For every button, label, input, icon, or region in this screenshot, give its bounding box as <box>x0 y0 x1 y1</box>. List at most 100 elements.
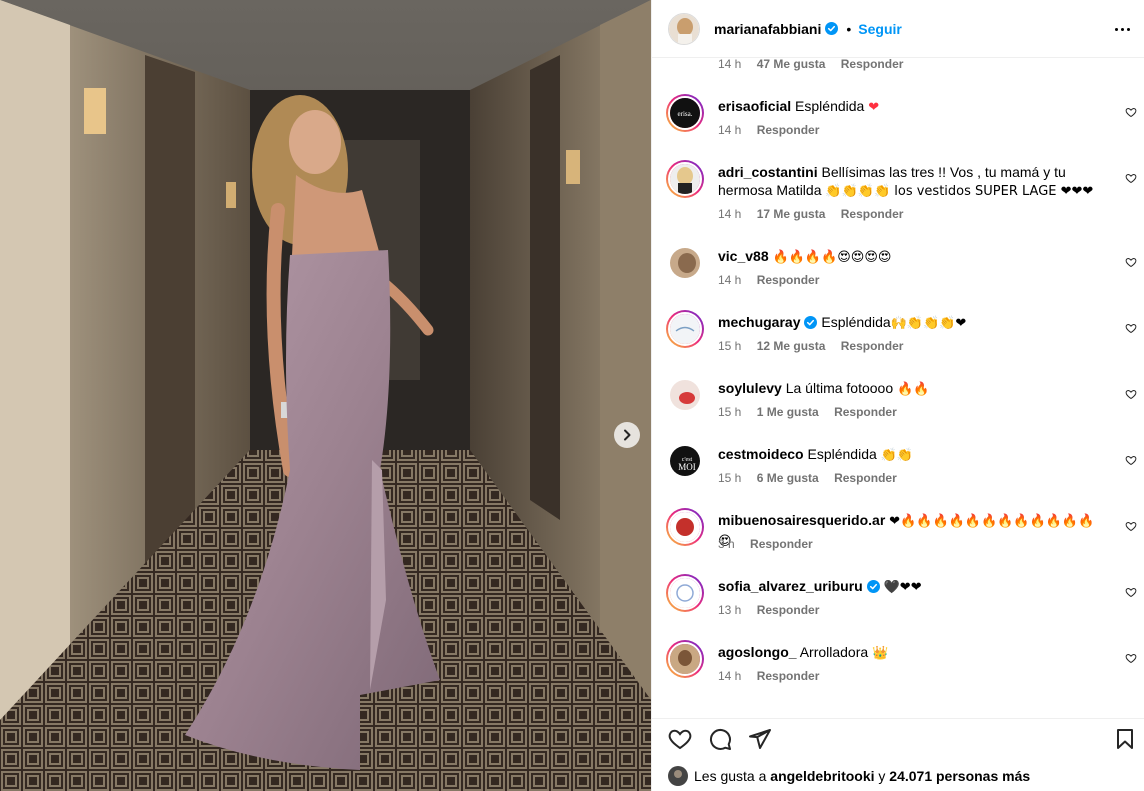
reply-button[interactable]: Responder <box>757 273 820 287</box>
comment-likes-count[interactable]: 6 Me gusta <box>757 471 819 485</box>
comment-body: La última fotoooo <box>785 380 898 396</box>
commenter-avatar[interactable]: erisa. <box>666 94 704 132</box>
reply-button[interactable]: Responder <box>841 207 904 221</box>
commenter-avatar[interactable] <box>666 376 704 414</box>
liker-username[interactable]: angeldebritooki <box>770 768 874 784</box>
comment-emoji: ❤ <box>868 100 880 115</box>
commenter-avatar[interactable]: c'est MOI <box>666 442 704 480</box>
comment-meta: 14 h Responder <box>718 123 831 137</box>
avatar-image <box>670 248 700 278</box>
comment-username[interactable]: vic_v88 <box>718 248 769 264</box>
comment-time: 14 h <box>718 669 742 683</box>
list-item: adri_costantini Bellísimas las tres !! V… <box>652 160 1144 226</box>
comment-username[interactable]: soylulevy <box>718 380 782 396</box>
commenter-avatar[interactable] <box>666 640 704 678</box>
list-item: mibuenosairesquerido.ar ❤🔥🔥🔥🔥🔥🔥🔥🔥🔥🔥🔥🔥😍 3… <box>652 508 1144 574</box>
comment-body: Arrolladora <box>799 644 873 660</box>
comment-meta: 15 h 6 Me gusta Responder <box>718 471 909 485</box>
post-photo[interactable] <box>0 0 651 791</box>
liker-avatar-image <box>668 766 688 786</box>
commenter-avatar[interactable] <box>666 574 704 612</box>
comment-emoji: 👏👏👏👏 los vestidos SUPER LAGE ❤❤❤ <box>825 184 1094 199</box>
comment-emoji: 🔥🔥🔥🔥😍😍😍😍 <box>772 250 892 265</box>
reply-button[interactable]: Responder <box>834 471 897 485</box>
comment-likes-count[interactable]: 17 Me gusta <box>757 207 826 221</box>
comment-time: 13 h <box>718 603 742 617</box>
list-item: soylulevy La última fotoooo 🔥🔥 15 h 1 Me… <box>652 376 1144 442</box>
comment-text: cestmoideco Espléndida 👏👏 <box>718 445 1096 465</box>
verified-badge-icon <box>804 316 818 329</box>
comment-meta: 14 h Responder <box>718 273 831 287</box>
like-comment-heart-icon[interactable] <box>1125 388 1137 400</box>
share-send-icon[interactable] <box>748 727 772 751</box>
reply-button[interactable]: Responder <box>757 603 820 617</box>
comment-time: 3 h <box>718 537 735 551</box>
likes-prefix: Les gusta a <box>694 768 771 784</box>
avatar-image <box>670 380 700 410</box>
like-comment-heart-icon[interactable] <box>1125 454 1137 466</box>
comment-username[interactable]: erisaoficial <box>718 98 791 114</box>
comment-emoji: 👏👏 <box>880 448 914 463</box>
next-photo-button[interactable] <box>614 422 640 448</box>
comment-emoji: 👑 <box>872 646 889 661</box>
comment-username[interactable]: mibuenosairesquerido.ar <box>718 512 885 528</box>
reply-button[interactable]: Responder <box>750 537 813 551</box>
list-item: sofia_alvarez_uriburu 🖤❤❤ 13 h Responder <box>652 574 1144 640</box>
comment-body: Espléndida <box>807 446 881 462</box>
avatar-label: erisa. <box>678 110 693 118</box>
commenter-avatar[interactable] <box>666 508 704 546</box>
likes-count[interactable]: 24.071 personas más <box>889 768 1030 784</box>
follow-button[interactable]: Seguir <box>858 21 902 37</box>
comment-likes-count[interactable]: 12 Me gusta <box>757 339 826 353</box>
like-comment-heart-icon[interactable] <box>1125 106 1137 118</box>
more-options-icon[interactable] <box>1115 22 1131 36</box>
comment-time: 14 h <box>718 123 742 137</box>
like-comment-heart-icon[interactable] <box>1125 256 1137 268</box>
author-avatar[interactable] <box>668 12 700 45</box>
comment-meta: 14 h 47 Me gusta Responder <box>718 59 915 71</box>
reply-button[interactable]: Responder <box>841 59 904 71</box>
comment-text: sofia_alvarez_uriburu 🖤❤❤ <box>718 577 1096 597</box>
reply-button[interactable]: Responder <box>834 405 897 419</box>
comment-username[interactable]: mechugaray <box>718 314 800 330</box>
like-heart-icon[interactable] <box>668 727 692 751</box>
liker-avatar[interactable] <box>668 766 688 786</box>
comment-body: Espléndida <box>821 314 891 330</box>
comment-icon[interactable] <box>708 727 732 751</box>
comment-meta: 15 h 12 Me gusta Responder <box>718 339 915 353</box>
reply-button[interactable]: Responder <box>757 669 820 683</box>
comment-likes-count[interactable]: 47 Me gusta <box>757 59 826 71</box>
comment-username[interactable]: agoslongo_ <box>718 644 797 660</box>
author-username[interactable]: marianafabbiani <box>714 21 821 37</box>
list-item: mechugaray Espléndida🙌👏👏👏❤ 15 h 12 Me gu… <box>652 310 1144 376</box>
comment-text: adri_costantini Bellísimas las tres !! V… <box>718 163 1096 201</box>
likes-middle: y <box>874 768 890 784</box>
reply-button[interactable]: Responder <box>757 123 820 137</box>
comment-emoji: 🔥🔥 <box>897 382 930 397</box>
comment-likes-count[interactable]: 1 Me gusta <box>757 405 819 419</box>
like-comment-heart-icon[interactable] <box>1125 520 1137 532</box>
reply-button[interactable]: Responder <box>841 339 904 353</box>
save-bookmark-icon[interactable] <box>1113 727 1137 751</box>
avatar-label: MOI <box>678 462 696 472</box>
comment-time: 15 h <box>718 339 742 353</box>
avatar-image <box>670 512 700 542</box>
post-header: marianafabbiani • Seguir <box>652 0 1144 58</box>
comment-username[interactable]: sofia_alvarez_uriburu <box>718 578 863 594</box>
comment-time: 14 h <box>718 207 742 221</box>
commenter-avatar[interactable] <box>666 244 704 282</box>
comment-username[interactable]: cestmoideco <box>718 446 804 462</box>
like-comment-heart-icon[interactable] <box>1125 652 1137 664</box>
comment-time: 15 h <box>718 405 742 419</box>
comment-meta: 14 h 17 Me gusta Responder <box>718 207 915 221</box>
comment-username[interactable]: adri_costantini <box>718 164 818 180</box>
like-comment-heart-icon[interactable] <box>1125 586 1137 598</box>
commenter-avatar[interactable] <box>666 310 704 348</box>
comment-time: 14 h <box>718 59 742 71</box>
list-item: c'est MOI cestmoideco Espléndida 👏👏 15 h … <box>652 442 1144 508</box>
like-comment-heart-icon[interactable] <box>1125 172 1137 184</box>
commenter-avatar[interactable] <box>666 160 704 198</box>
comments-list[interactable]: 14 h 47 Me gusta Responder erisa. erisao… <box>652 59 1144 706</box>
like-comment-heart-icon[interactable] <box>1125 322 1137 334</box>
post-actions-bar <box>652 718 1144 758</box>
